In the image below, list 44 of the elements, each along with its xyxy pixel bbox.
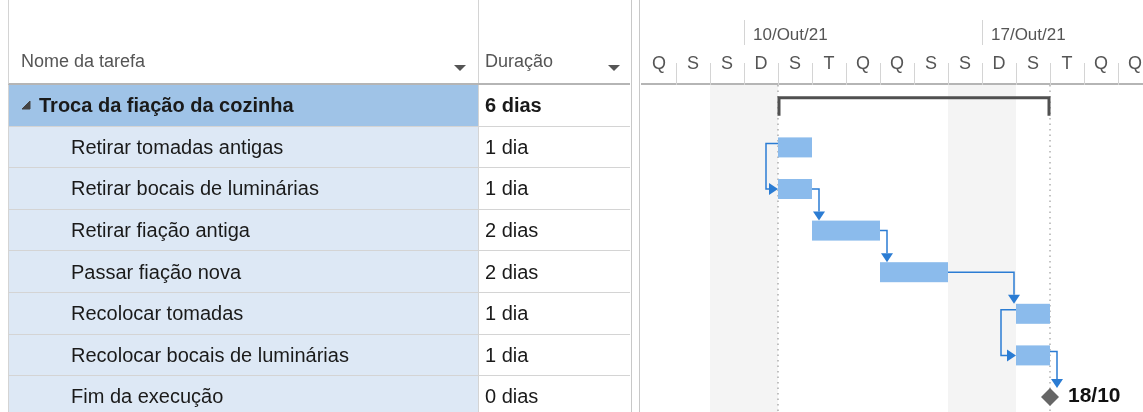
week-label: 10/Out/21 — [753, 24, 828, 46]
week-label: 17/Out/21 — [991, 24, 1066, 46]
summary-bar[interactable] — [777, 96, 1051, 116]
task-bar[interactable] — [812, 220, 880, 241]
table-cell: Retirar fiação antiga — [9, 209, 479, 251]
day-label: S — [687, 52, 699, 75]
task-bar[interactable] — [1016, 303, 1050, 324]
link-arrow — [879, 229, 893, 263]
dropdown-icon[interactable] — [608, 65, 620, 71]
task-bar[interactable] — [778, 179, 812, 199]
table-cell: Retirar tomadas antigas — [9, 126, 479, 168]
table-cell: Recolocar tomadas — [9, 292, 479, 334]
day-label: T — [1061, 52, 1073, 75]
table-cell: Retirar bocais de luminárias — [9, 168, 479, 209]
link-arrow — [811, 188, 825, 221]
day-label: S — [925, 52, 937, 75]
table-cell: Passar fiação nova — [9, 251, 479, 292]
column-header[interactable]: Duração — [485, 48, 554, 75]
collapse-icon[interactable] — [21, 100, 31, 111]
milestone-date: 18/10 — [1068, 384, 1121, 405]
link-arrow — [1000, 309, 1017, 362]
link-arrow — [765, 142, 779, 195]
day-label: S — [789, 52, 801, 75]
table-cell: Troca da fiação da cozinha — [9, 85, 479, 126]
day-label: S — [959, 52, 971, 75]
day-label: D — [754, 52, 768, 75]
day-label: D — [992, 52, 1006, 75]
table-cell: Recolocar bocais de luminárias — [9, 334, 479, 376]
day-label: S — [1027, 52, 1039, 75]
column-header[interactable]: Nome da tarefa — [21, 48, 146, 75]
dropdown-icon[interactable] — [454, 65, 466, 71]
day-label: Q — [1094, 52, 1108, 75]
day-label: Q — [890, 52, 904, 75]
table-cell: Fim da execução — [9, 376, 479, 412]
day-label: T — [823, 52, 835, 75]
day-label: Q — [856, 52, 870, 75]
task-bar[interactable] — [1016, 345, 1050, 366]
task-bar[interactable] — [778, 137, 812, 158]
day-label: Q — [652, 52, 666, 75]
link-arrow — [1049, 350, 1063, 388]
milestone-icon[interactable] — [1041, 388, 1059, 406]
task-bar[interactable] — [880, 262, 948, 283]
day-label: Q — [1128, 52, 1142, 75]
day-label: S — [721, 52, 733, 75]
